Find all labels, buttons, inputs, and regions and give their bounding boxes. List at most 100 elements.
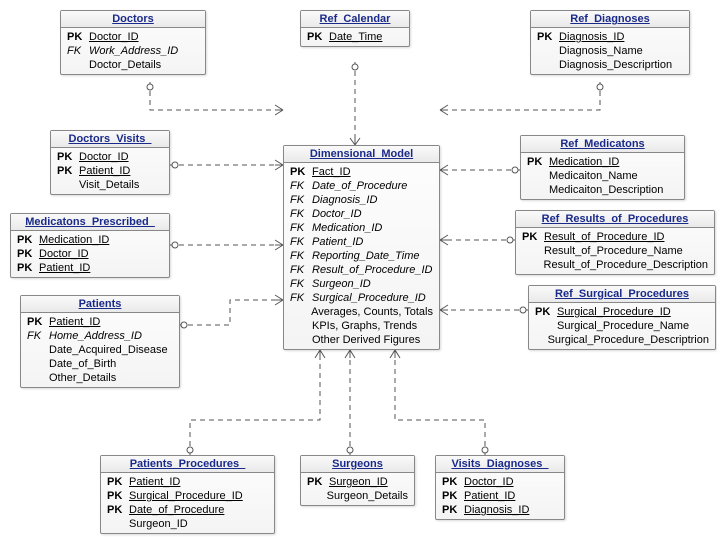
entity-patients[interactable]: Patients PKPatient_IDFKHome_Address_IDDa… (20, 295, 180, 388)
entity-field: FKSurgical_Procedure_ID (284, 291, 439, 305)
field-name: Surgeon_Details (327, 489, 408, 503)
field-name: Medicaiton_Name (549, 169, 638, 183)
field-name: Result_of_Procedure_Description (544, 258, 708, 272)
key-label: FK (290, 249, 312, 263)
entity-title: Dimensional_Model (284, 146, 439, 163)
entity-field: PKDate_of_Procedure (101, 503, 274, 517)
entity-field: KPIs, Graphs, Trends (284, 319, 439, 333)
entity-field: PKDiagnosis_ID (436, 503, 564, 517)
field-name: Patient_ID (79, 164, 130, 178)
field-name: Surgical_Procedure_ID (312, 291, 426, 305)
entity-field: PKPatient_ID (21, 315, 179, 329)
entity-rows: PKPatient_IDPKSurgical_Procedure_IDPKDat… (101, 473, 274, 533)
entity-field: Date_of_Birth (21, 357, 179, 371)
field-name: Diagnosis_ID (464, 503, 529, 517)
field-name: Doctor_ID (39, 247, 89, 261)
key-label: PK (442, 503, 464, 517)
entity-doctors-visits[interactable]: Doctors_Visits_ PKDoctor_IDPKPatient_IDV… (50, 130, 170, 195)
entity-visits-diagnoses[interactable]: Visits_Diagnoses_ PKDoctor_IDPKPatient_I… (435, 455, 565, 520)
key-label: PK (290, 165, 312, 179)
entity-ref-results-of-procedures[interactable]: Ref_Results_of_Procedures PKResult_of_Pr… (515, 210, 715, 275)
key-label: FK (290, 207, 312, 221)
key-label: FK (290, 235, 312, 249)
entity-title: Ref_Diagnoses (531, 11, 689, 28)
key-label: PK (57, 164, 79, 178)
entity-ref-surgical-procedures[interactable]: Ref_Surgical_Procedures PKSurgical_Proce… (528, 285, 716, 350)
key-label (537, 58, 559, 72)
key-label: PK (67, 30, 89, 44)
entity-medicatons-prescribed[interactable]: Medicatons_Prescribed_ PKMedication_IDPK… (10, 213, 170, 278)
key-label: FK (290, 263, 312, 277)
key-label: PK (17, 233, 39, 247)
entity-ref-medicatons[interactable]: Ref_Medicatons PKMedication_IDMedicaiton… (520, 135, 685, 200)
field-name: Diagnosis_ID (312, 193, 377, 207)
field-name: Date_Acquired_Disease (49, 343, 168, 357)
field-name: Date_Time (329, 30, 382, 44)
field-name: Patient_ID (49, 315, 100, 329)
key-label: FK (290, 277, 312, 291)
field-name: Surgeon_ID (312, 277, 371, 291)
field-name: Diagnosis_ID (559, 30, 624, 44)
entity-surgeons[interactable]: Surgeons PKSurgeon_IDSurgeon_Details (300, 455, 415, 506)
entity-field: PKPatient_ID (101, 475, 274, 489)
key-label: PK (27, 315, 49, 329)
field-name: Doctor_Details (89, 58, 161, 72)
entity-rows: PKPatient_IDFKHome_Address_IDDate_Acquir… (21, 313, 179, 387)
entity-field: Diagnosis_Name (531, 44, 689, 58)
entity-ref-calendar[interactable]: Ref_Calendar PKDate_Time (300, 10, 410, 47)
key-label (27, 357, 49, 371)
entity-field: Surgical_Procedure_Name (529, 319, 715, 333)
key-label (537, 44, 559, 58)
key-label: FK (290, 179, 312, 193)
entity-field: Result_of_Procedure_Name (516, 244, 714, 258)
entity-field: FKResult_of_Procedure_ID (284, 263, 439, 277)
key-label: PK (522, 230, 544, 244)
entity-field: PKSurgical_Procedure_ID (101, 489, 274, 503)
key-label (290, 333, 312, 347)
field-name: Fact_ID (312, 165, 351, 179)
entity-field: Medicaiton_Description (521, 183, 684, 197)
entity-field: PKPatient_ID (11, 261, 169, 275)
entity-title: Ref_Results_of_Procedures (516, 211, 714, 228)
field-name: Medication_ID (39, 233, 109, 247)
entity-title: Ref_Surgical_Procedures (529, 286, 715, 303)
key-label: PK (17, 247, 39, 261)
entity-rows: PKMedication_IDMedicaiton_NameMedicaiton… (521, 153, 684, 199)
entity-patients-procedures[interactable]: Patients_Procedures_ PKPatient_IDPKSurgi… (100, 455, 275, 534)
entity-rows: PKDoctor_IDPKPatient_IDVisit_Details (51, 148, 169, 194)
entity-field: FKHome_Address_ID (21, 329, 179, 343)
entity-field: PKFact_ID (284, 165, 439, 179)
entity-field: FKDiagnosis_ID (284, 193, 439, 207)
field-name: Medication_ID (549, 155, 619, 169)
field-name: Date_of_Procedure (312, 179, 407, 193)
field-name: Averages, Counts, Totals (311, 305, 433, 319)
field-name: Date_of_Birth (49, 357, 116, 371)
entity-field: PKDiagnosis_ID (531, 30, 689, 44)
entity-field: FKDoctor_ID (284, 207, 439, 221)
entity-field: PKMedication_ID (11, 233, 169, 247)
entity-rows: PKDoctor_IDPKPatient_IDPKDiagnosis_ID (436, 473, 564, 519)
entity-field: Visit_Details (51, 178, 169, 192)
field-name: Diagnosis_Name (559, 44, 643, 58)
key-label (67, 58, 89, 72)
entity-field: PKResult_of_Procedure_ID (516, 230, 714, 244)
field-name: Surgical_Procedure_Descriptrion (548, 333, 709, 347)
entity-field: Other_Details (21, 371, 179, 385)
entity-dimensional-model[interactable]: Dimensional_Model PKFact_IDFKDate_of_Pro… (283, 145, 440, 350)
key-label (107, 517, 129, 531)
entity-doctors[interactable]: Doctors PKDoctor_IDFKWork_Address_IDDoct… (60, 10, 206, 75)
entity-ref-diagnoses[interactable]: Ref_Diagnoses PKDiagnosis_IDDiagnosis_Na… (530, 10, 690, 75)
field-name: Date_of_Procedure (129, 503, 224, 517)
entity-field: FKMedication_ID (284, 221, 439, 235)
key-label: PK (107, 489, 129, 503)
entity-title: Ref_Medicatons (521, 136, 684, 153)
key-label: FK (290, 193, 312, 207)
entity-field: FKPatient_ID (284, 235, 439, 249)
entity-field: PKDate_Time (301, 30, 409, 44)
entity-field: PKPatient_ID (436, 489, 564, 503)
entity-rows: PKDate_Time (301, 28, 409, 46)
field-name: Surgical_Procedure_Name (557, 319, 689, 333)
key-label (522, 244, 544, 258)
key-label: PK (442, 489, 464, 503)
field-name: Doctor_ID (464, 475, 514, 489)
